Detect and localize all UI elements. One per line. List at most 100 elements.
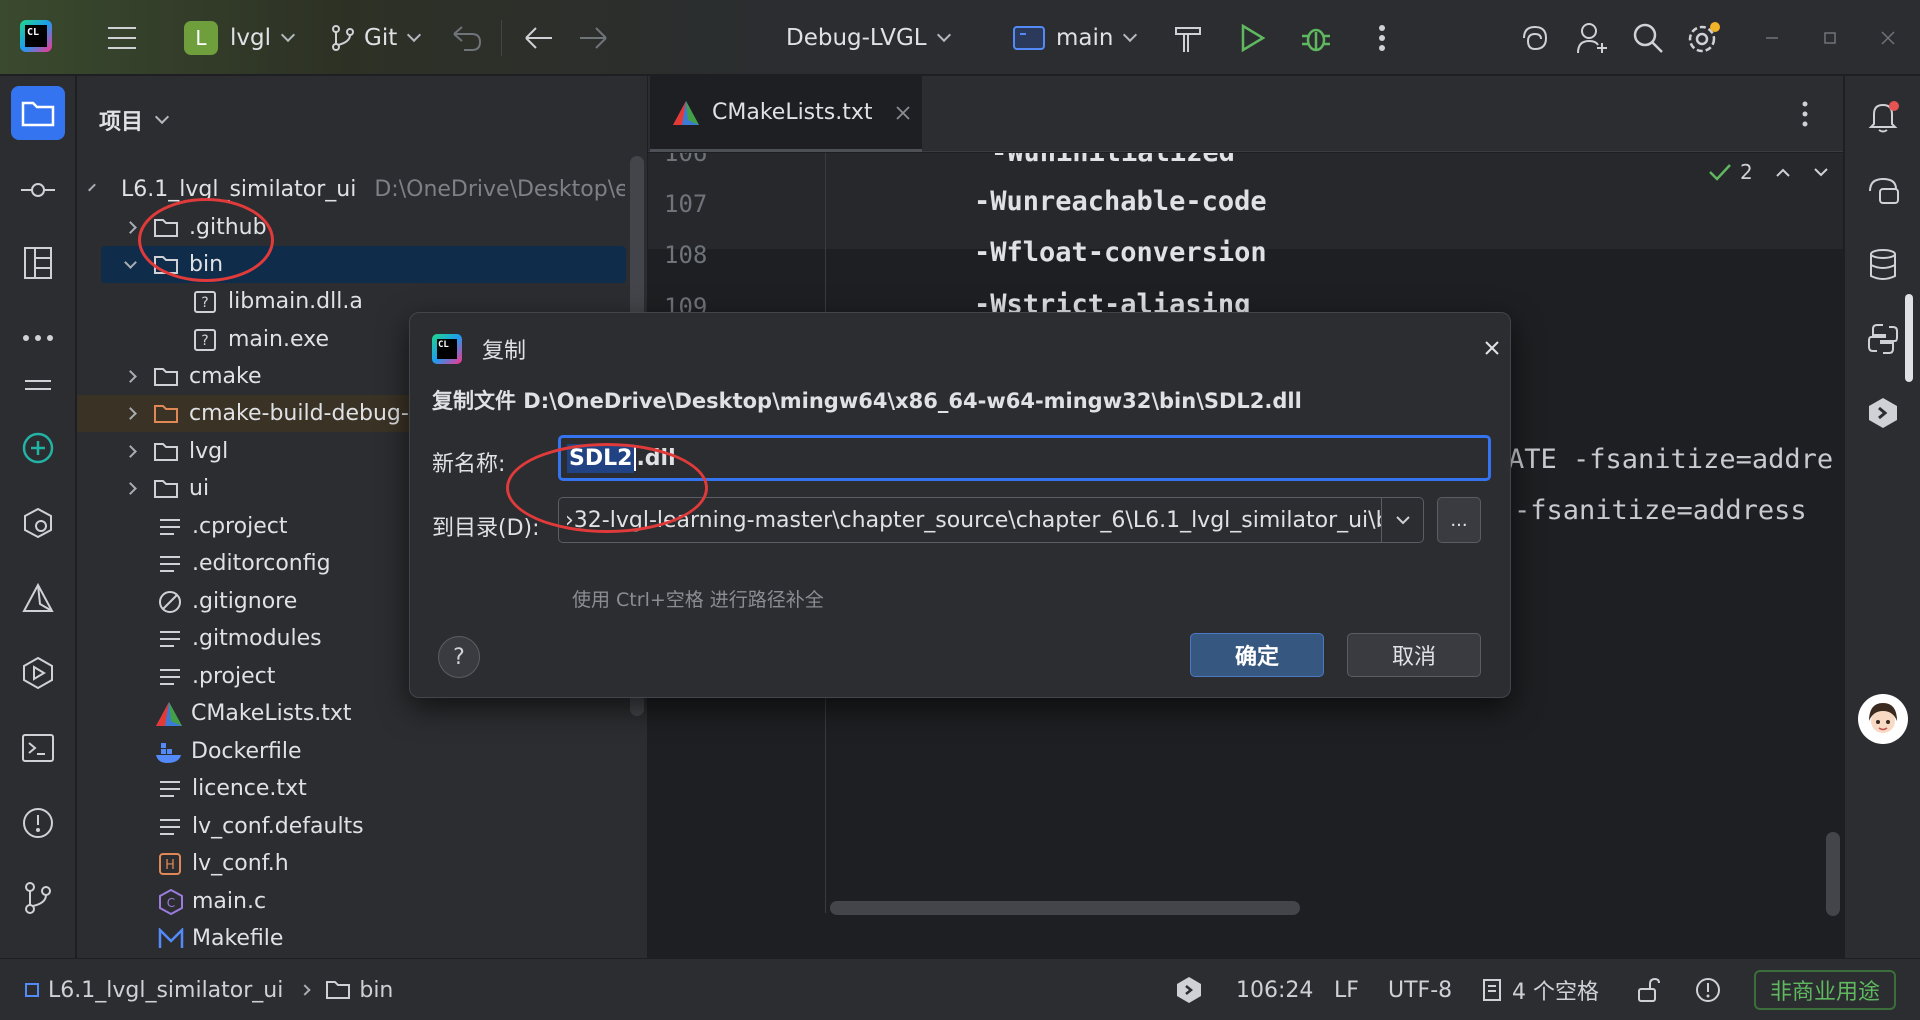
terminal-tool-button[interactable] [11,721,65,775]
cube-gear-icon [24,507,52,539]
forward-button[interactable] [578,0,610,75]
close-window-button[interactable] [1880,0,1896,75]
tree-item-lv-conf-defaults[interactable]: lv_conf.defaults [77,808,625,845]
line-number: 106 [664,153,708,167]
commit-tool-button[interactable] [11,163,65,217]
browse-button[interactable]: ... [1437,497,1481,543]
back-button[interactable] [522,0,554,75]
minimize-button[interactable] [1764,0,1780,75]
annotation-ellipse-bin [138,198,274,282]
database-icon [1870,249,1896,280]
run-hexagon-icon [23,656,53,690]
avatar[interactable] [1858,694,1908,744]
license-status[interactable]: 非商业用途 [1754,959,1897,1020]
tree-item-cmakelists[interactable]: CMakeLists.txt [77,695,625,732]
annotation-ellipse-new-name [506,443,708,533]
chevron-up-icon[interactable] [1775,167,1791,177]
inspection-widget[interactable]: 2 [1708,160,1829,184]
help-button[interactable]: ? [438,636,480,678]
warning-circle-icon [1696,978,1720,1002]
more-tools-button[interactable] [11,311,65,365]
close-icon[interactable] [1483,339,1501,357]
project-selector[interactable]: L lvgl [184,0,296,75]
restore-icon [1824,31,1836,44]
project-tool-button[interactable] [11,86,65,140]
project-panel-header[interactable]: 项目 [99,104,170,136]
python-console-button[interactable] [1856,312,1910,366]
vcs-selector[interactable]: Git [330,0,422,75]
close-tab-icon[interactable] [895,105,911,121]
add-user-button[interactable] [1576,0,1610,75]
text-file-icon [160,818,180,835]
plugin-button[interactable] [1856,386,1910,440]
tree-item-lv-conf-h[interactable]: H lv_conf.h [77,845,625,882]
dropdown-button[interactable] [1381,498,1423,542]
breadcrumb-root[interactable]: L6.1_lvgl_similator_ui [48,978,283,1003]
more-vertical-icon[interactable] [1801,100,1809,128]
right-strip-scroll-thumb[interactable] [1905,294,1913,382]
tab-cmakelists[interactable]: CMakeLists.txt [650,76,922,152]
notifications-button[interactable] [1856,90,1910,144]
database-button[interactable] [1856,238,1910,292]
clion-logo-icon: CL [432,334,462,364]
plugin-status-button[interactable] [1176,959,1202,1020]
check-icon [1709,164,1731,181]
cancel-button[interactable]: 取消 [1347,633,1481,677]
git-tool-button[interactable] [11,871,65,925]
chevron-down-icon [936,27,951,42]
chevron-down-icon[interactable] [1813,167,1829,177]
file-encoding[interactable]: UTF-8 [1388,959,1452,1020]
hexagon-plugin-icon [1869,398,1897,428]
ok-button[interactable]: 确定 [1190,633,1324,677]
add-tool-button[interactable] [11,421,65,475]
problems-indicator[interactable] [1694,959,1722,1020]
clion-logo-icon[interactable]: CL [20,20,52,52]
run-config-selector[interactable]: Debug-LVGL [786,0,951,75]
ai-chat-button[interactable] [1856,164,1910,218]
run-services-button[interactable] [11,646,65,700]
services-tool-button[interactable] [11,496,65,550]
gear-icon [1688,21,1720,52]
unknown-file-icon: ? [194,290,216,313]
undo-button[interactable] [450,0,484,75]
editor-vertical-scrollbar[interactable] [1826,832,1840,916]
restore-button[interactable] [1822,0,1838,75]
main-menu-button[interactable] [106,0,138,75]
cmake-tool-button[interactable] [11,571,65,625]
tree-item-root[interactable]: L6.1_lvgl_similator_ui D:\OneDrive\Deskt… [77,171,625,208]
tree-item-label: cmake-build-debug- [189,401,409,426]
tree-item-licence[interactable]: licence.txt [77,770,625,807]
debug-button[interactable] [1300,0,1332,75]
tree-item-makefile[interactable]: Makefile [77,920,625,957]
ai-assistant-button[interactable] [1518,0,1552,75]
tree-item-label: ui [189,476,210,501]
structure-tool-button[interactable] [11,236,65,290]
tree-item-label: lv_conf.h [192,851,289,876]
caret-position[interactable]: 106:24 [1236,959,1313,1020]
more-actions-button[interactable] [1378,0,1386,75]
dialog-titlebar: CL 复制 [432,333,526,365]
line-number: 108 [664,241,708,269]
tree-item-label: lv_conf.defaults [192,814,364,839]
avatar-face-icon [1869,703,1897,733]
tree-item-label: libmain.dll.a [228,289,363,314]
line-separator[interactable]: LF [1334,959,1359,1020]
breadcrumb-child[interactable]: bin [359,978,393,1003]
tree-item-dockerfile[interactable]: Dockerfile [77,733,625,770]
settings-button[interactable] [1686,0,1722,75]
indent-setting[interactable]: 4 个空格 [1482,959,1599,1020]
tree-item-main-c[interactable]: C main.c [77,883,625,920]
run-config-label: Debug-LVGL [786,24,927,51]
warning-circle-icon [23,808,53,838]
problems-tool-button[interactable] [11,796,65,850]
search-button[interactable] [1632,0,1664,75]
build-button[interactable] [1172,0,1204,75]
target-selector[interactable]: main [1012,0,1138,75]
run-button[interactable] [1238,0,1266,75]
code-line: -Wstrict-aliasing [974,289,1251,312]
collapse-arrow-icon [124,221,137,234]
readonly-toggle[interactable] [1636,959,1660,1020]
editor-horizontal-scrollbar[interactable] [830,901,1300,915]
header-file-icon: H [159,852,181,875]
tree-item-label: licence.txt [192,776,307,801]
